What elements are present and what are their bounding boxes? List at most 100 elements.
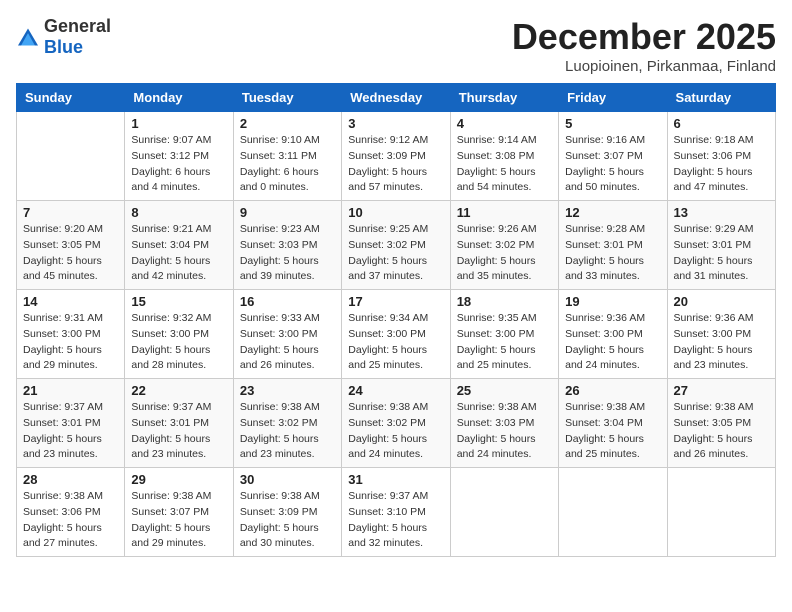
- calendar-cell: 15Sunrise: 9:32 AM Sunset: 3:00 PM Dayli…: [125, 290, 233, 379]
- day-number: 9: [240, 205, 335, 220]
- day-number: 26: [565, 383, 660, 398]
- day-number: 29: [131, 472, 226, 487]
- day-number: 24: [348, 383, 443, 398]
- day-number: 11: [457, 205, 552, 220]
- day-number: 4: [457, 116, 552, 131]
- day-info: Sunrise: 9:29 AM Sunset: 3:01 PM Dayligh…: [674, 222, 769, 285]
- day-number: 13: [674, 205, 769, 220]
- title-area: December 2025 Luopioinen, Pirkanmaa, Fin…: [512, 16, 776, 75]
- header-friday: Friday: [559, 84, 667, 112]
- calendar-cell: 29 Sunrise: 9:38 AM Sunset: 3:07 PM Dayli…: [125, 468, 233, 557]
- calendar-cell: 31 Sunrise: 9:37 AM Sunset: 3:10 PM Dayli…: [342, 468, 450, 557]
- calendar-cell: [559, 468, 667, 557]
- header-tuesday: Tuesday: [233, 84, 341, 112]
- day-number: 7: [23, 205, 118, 220]
- day-number: 16: [240, 294, 335, 309]
- header-sunday: Sunday: [17, 84, 125, 112]
- calendar-cell: 28Sunrise: 9:38 AM Sunset: 3:06 PM Dayli…: [17, 468, 125, 557]
- day-info: Sunrise: 9:38 AM Sunset: 3:03 PM Dayligh…: [457, 400, 552, 463]
- calendar-cell: 30 Sunrise: 9:38 AM Sunset: 3:09 PM Dayli…: [233, 468, 341, 557]
- calendar-cell: [667, 468, 775, 557]
- day-info: Sunrise: 9:07 AM Sunset: 3:12 PM Dayligh…: [131, 133, 226, 196]
- calendar-cell: 8 Sunrise: 9:21 AM Sunset: 3:04 PM Daylig…: [125, 201, 233, 290]
- day-info: Sunrise: 9:38 AM Sunset: 3:04 PM Dayligh…: [565, 400, 660, 463]
- day-number: 17: [348, 294, 443, 309]
- day-info: Sunrise: 9:35 AM Sunset: 3:00 PM Dayligh…: [457, 311, 552, 374]
- day-number: 19: [565, 294, 660, 309]
- calendar-cell: 10 Sunrise: 9:25 AM Sunset: 3:02 PM Dayli…: [342, 201, 450, 290]
- day-number: 23: [240, 383, 335, 398]
- calendar-cell: 17Sunrise: 9:34 AM Sunset: 3:00 PM Dayli…: [342, 290, 450, 379]
- calendar-cell: 4Sunrise: 9:14 AM Sunset: 3:08 PM Daylig…: [450, 112, 558, 201]
- header-saturday: Saturday: [667, 84, 775, 112]
- day-info: Sunrise: 9:31 AM Sunset: 3:00 PM Dayligh…: [23, 311, 118, 374]
- day-info: Sunrise: 9:38 AM Sunset: 3:07 PM Dayligh…: [131, 489, 226, 552]
- day-info: Sunrise: 9:38 AM Sunset: 3:02 PM Dayligh…: [240, 400, 335, 463]
- calendar-cell: 16 Sunrise: 9:33 AM Sunset: 3:00 PM Dayli…: [233, 290, 341, 379]
- calendar-cell: 18 Sunrise: 9:35 AM Sunset: 3:00 PM Dayli…: [450, 290, 558, 379]
- day-number: 5: [565, 116, 660, 131]
- calendar-table: SundayMondayTuesdayWednesdayThursdayFrid…: [16, 83, 776, 557]
- calendar-cell: 7 Sunrise: 9:20 AM Sunset: 3:05 PM Daylig…: [17, 201, 125, 290]
- calendar-cell: [17, 112, 125, 201]
- calendar-cell: 1 Sunrise: 9:07 AM Sunset: 3:12 PM Daylig…: [125, 112, 233, 201]
- day-info: Sunrise: 9:38 AM Sunset: 3:02 PM Dayligh…: [348, 400, 443, 463]
- day-number: 30: [240, 472, 335, 487]
- day-number: 22: [131, 383, 226, 398]
- day-number: 31: [348, 472, 443, 487]
- calendar-cell: 3Sunrise: 9:12 AM Sunset: 3:09 PM Daylig…: [342, 112, 450, 201]
- day-number: 27: [674, 383, 769, 398]
- calendar-cell: 19 Sunrise: 9:36 AM Sunset: 3:00 PM Dayli…: [559, 290, 667, 379]
- day-info: Sunrise: 9:21 AM Sunset: 3:04 PM Dayligh…: [131, 222, 226, 285]
- day-number: 8: [131, 205, 226, 220]
- day-info: Sunrise: 9:37 AM Sunset: 3:10 PM Dayligh…: [348, 489, 443, 552]
- calendar-header-row: SundayMondayTuesdayWednesdayThursdayFrid…: [17, 84, 776, 112]
- day-number: 12: [565, 205, 660, 220]
- header-thursday: Thursday: [450, 84, 558, 112]
- logo-general-text: General: [44, 16, 111, 36]
- day-number: 6: [674, 116, 769, 131]
- day-number: 20: [674, 294, 769, 309]
- logo: General Blue: [16, 16, 111, 58]
- day-info: Sunrise: 9:36 AM Sunset: 3:00 PM Dayligh…: [565, 311, 660, 374]
- week-row-5: 28Sunrise: 9:38 AM Sunset: 3:06 PM Dayli…: [17, 468, 776, 557]
- day-info: Sunrise: 9:26 AM Sunset: 3:02 PM Dayligh…: [457, 222, 552, 285]
- calendar-cell: 2Sunrise: 9:10 AM Sunset: 3:11 PM Daylig…: [233, 112, 341, 201]
- day-info: Sunrise: 9:36 AM Sunset: 3:00 PM Dayligh…: [674, 311, 769, 374]
- day-info: Sunrise: 9:38 AM Sunset: 3:09 PM Dayligh…: [240, 489, 335, 552]
- day-info: Sunrise: 9:37 AM Sunset: 3:01 PM Dayligh…: [23, 400, 118, 463]
- week-row-4: 21 Sunrise: 9:37 AM Sunset: 3:01 PM Dayli…: [17, 379, 776, 468]
- calendar-cell: 20 Sunrise: 9:36 AM Sunset: 3:00 PM Dayli…: [667, 290, 775, 379]
- calendar-cell: 12Sunrise: 9:28 AM Sunset: 3:01 PM Dayli…: [559, 201, 667, 290]
- day-number: 18: [457, 294, 552, 309]
- calendar-cell: 5 Sunrise: 9:16 AM Sunset: 3:07 PM Daylig…: [559, 112, 667, 201]
- day-info: Sunrise: 9:25 AM Sunset: 3:02 PM Dayligh…: [348, 222, 443, 285]
- calendar-cell: [450, 468, 558, 557]
- day-number: 1: [131, 116, 226, 131]
- week-row-3: 14 Sunrise: 9:31 AM Sunset: 3:00 PM Dayli…: [17, 290, 776, 379]
- header-monday: Monday: [125, 84, 233, 112]
- day-info: Sunrise: 9:20 AM Sunset: 3:05 PM Dayligh…: [23, 222, 118, 285]
- calendar-cell: 13 Sunrise: 9:29 AM Sunset: 3:01 PM Dayli…: [667, 201, 775, 290]
- calendar-cell: 21 Sunrise: 9:37 AM Sunset: 3:01 PM Dayli…: [17, 379, 125, 468]
- calendar-cell: 23 Sunrise: 9:38 AM Sunset: 3:02 PM Dayli…: [233, 379, 341, 468]
- calendar-cell: 9 Sunrise: 9:23 AM Sunset: 3:03 PM Daylig…: [233, 201, 341, 290]
- day-number: 10: [348, 205, 443, 220]
- day-info: Sunrise: 9:33 AM Sunset: 3:00 PM Dayligh…: [240, 311, 335, 374]
- day-info: Sunrise: 9:38 AM Sunset: 3:05 PM Dayligh…: [674, 400, 769, 463]
- day-info: Sunrise: 9:23 AM Sunset: 3:03 PM Dayligh…: [240, 222, 335, 285]
- calendar-cell: 26 Sunrise: 9:38 AM Sunset: 3:04 PM Dayli…: [559, 379, 667, 468]
- week-row-1: 1 Sunrise: 9:07 AM Sunset: 3:12 PM Daylig…: [17, 112, 776, 201]
- calendar-cell: 25Sunrise: 9:38 AM Sunset: 3:03 PM Dayli…: [450, 379, 558, 468]
- day-info: Sunrise: 9:18 AM Sunset: 3:06 PM Dayligh…: [674, 133, 769, 196]
- calendar-cell: 24 Sunrise: 9:38 AM Sunset: 3:02 PM Dayli…: [342, 379, 450, 468]
- day-info: Sunrise: 9:16 AM Sunset: 3:07 PM Dayligh…: [565, 133, 660, 196]
- month-title: December 2025: [512, 16, 776, 58]
- day-info: Sunrise: 9:12 AM Sunset: 3:09 PM Dayligh…: [348, 133, 443, 196]
- day-info: Sunrise: 9:37 AM Sunset: 3:01 PM Dayligh…: [131, 400, 226, 463]
- day-number: 14: [23, 294, 118, 309]
- day-number: 21: [23, 383, 118, 398]
- calendar-cell: 22 Sunrise: 9:37 AM Sunset: 3:01 PM Dayli…: [125, 379, 233, 468]
- day-info: Sunrise: 9:38 AM Sunset: 3:06 PM Dayligh…: [23, 489, 118, 552]
- calendar-cell: 14 Sunrise: 9:31 AM Sunset: 3:00 PM Dayli…: [17, 290, 125, 379]
